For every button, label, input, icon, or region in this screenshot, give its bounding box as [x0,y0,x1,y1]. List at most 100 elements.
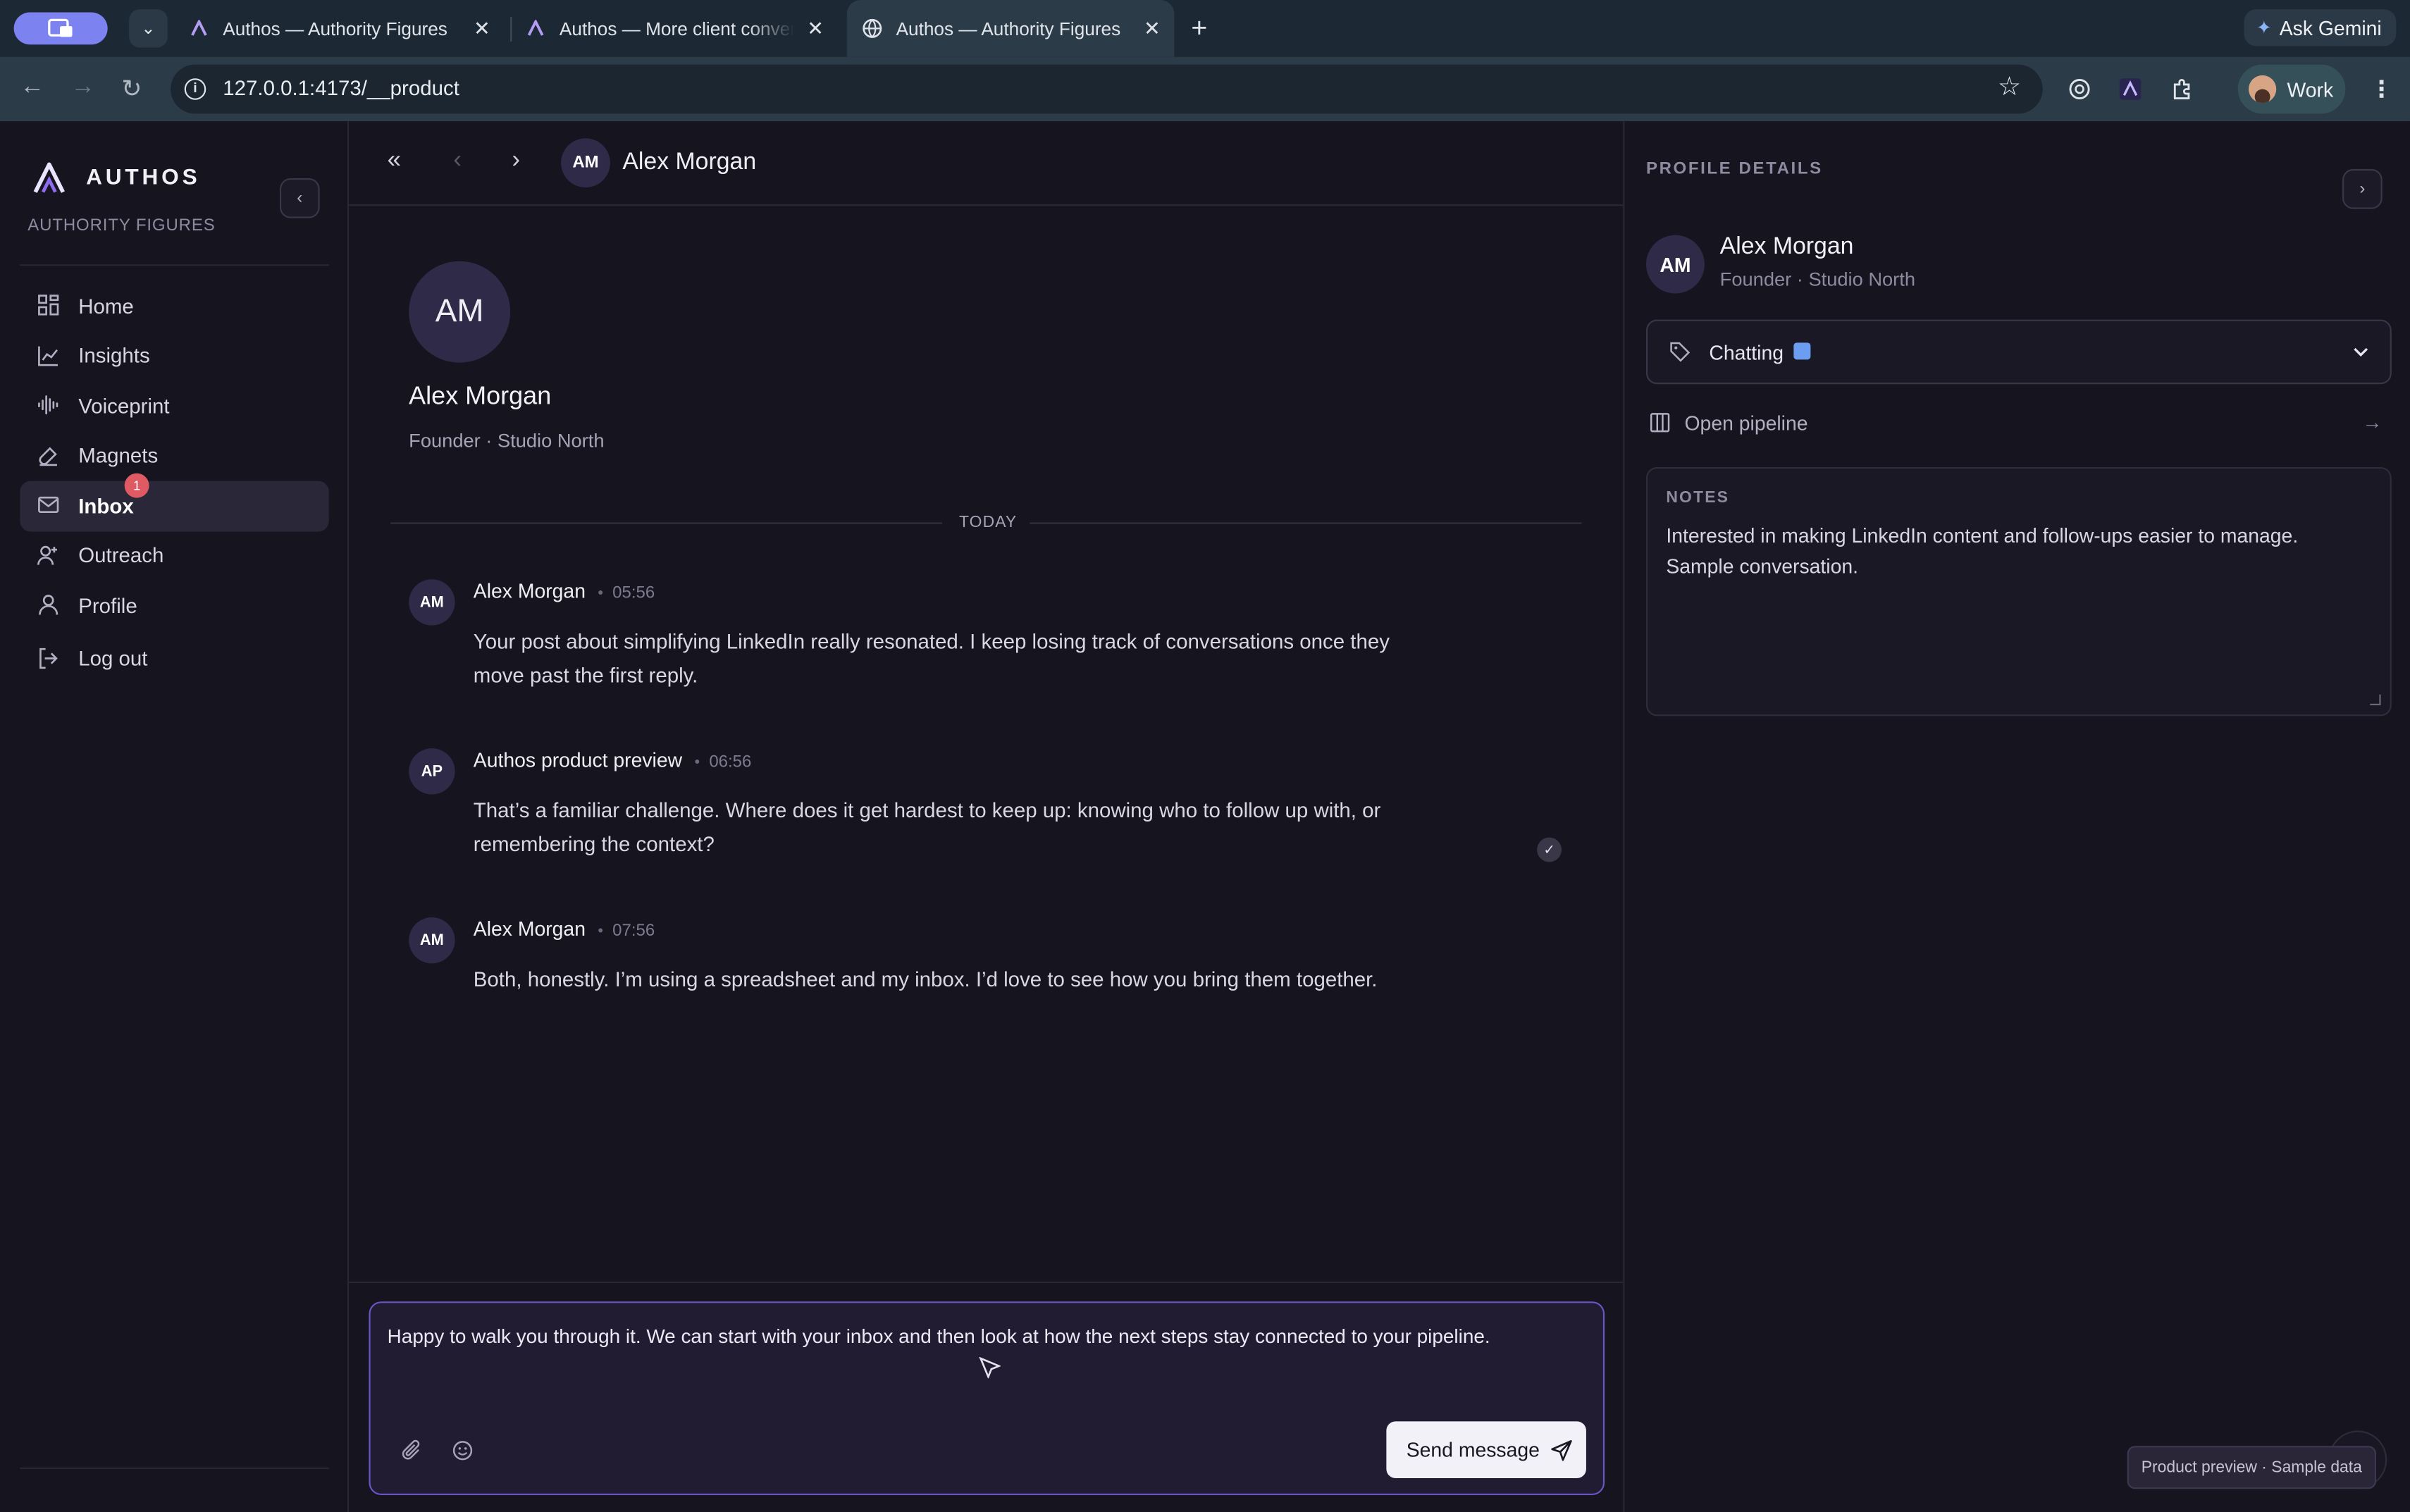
openai-extension-icon[interactable] [2065,75,2093,103]
extensions-puzzle-icon[interactable] [2169,75,2196,103]
contact-avatar: AM [409,261,511,363]
app: AUTHOS AUTHORITY FIGURES ‹ Home Insights… [0,121,2410,1512]
message: AP Authos product preview • 06:56 That’s… [409,748,1577,871]
ask-gemini-label: Ask Gemini [2279,16,2382,39]
sidebar-bottom-divider [20,1467,329,1469]
send-message-button[interactable]: Send message [1386,1421,1586,1479]
conversation-header: « ‹ › AM Alex Morgan [349,121,1624,206]
avatar: AP [409,748,455,795]
forward-arrow-icon[interactable]: → [70,74,95,101]
menu-kebab-icon[interactable]: ⋮ [2370,75,2393,103]
emoji-icon[interactable] [452,1439,474,1468]
sidebar-item-profile[interactable]: Profile [20,581,328,631]
attach-paperclip-icon[interactable] [401,1439,423,1468]
message-author: Alex Morgan [473,917,586,941]
sidebar-item-magnets[interactable]: Magnets [20,431,328,481]
sidebar-item-inbox[interactable]: Inbox 1 [20,473,329,531]
message: AM Alex Morgan • 05:56 Your post about s… [409,579,1577,702]
open-pipeline-link[interactable]: Open pipeline → [1646,409,2392,440]
columns-icon [1649,411,1671,440]
divider-line [1030,522,1582,524]
day-divider: TODAY [390,513,1582,535]
next-chevron-icon[interactable]: › [512,147,520,175]
close-tab-icon[interactable]: ✕ [807,16,824,41]
read-check-icon: ✓ [1537,837,1562,862]
close-tab-icon[interactable]: ✕ [1144,16,1161,41]
avatar: AM [409,579,455,626]
contact-role: Founder · Studio North [409,430,605,452]
sidebar-item-logout[interactable]: Log out [20,634,328,684]
tab-title: Authos — Authority Figures [223,18,447,39]
message-time: 06:56 [709,752,752,772]
avatar: AM [561,138,610,188]
resize-handle[interactable] [2370,694,2381,706]
authos-logo-icon [33,162,65,193]
sidebar-item-label: Magnets [78,444,159,468]
profile-avatar [2248,75,2277,104]
sidebar-divider [20,264,329,266]
ask-gemini-button[interactable]: ✦ Ask Gemini [2244,9,2397,47]
sidebar-item-label: Log out [78,647,148,671]
url-text[interactable]: 127.0.0.1:4173/__product [223,77,459,100]
message: AM Alex Morgan • 07:56 Both, honestly. I… [409,917,1577,1010]
tab-search-button[interactable]: ⌄ [129,9,168,48]
sidebar-item-home[interactable]: Home [20,281,328,331]
status-value: Chatting [1709,341,1784,364]
sidebar-item-outreach[interactable]: Outreach [20,531,328,581]
sidebar-item-label: Home [78,295,134,318]
status-color-swatch [1793,342,1811,360]
bookmark-star-icon[interactable]: ☆ [1998,73,2021,104]
message-header: Authos product preview • 06:56 [474,748,752,772]
site-info-icon[interactable]: i [184,78,206,100]
address-bar[interactable]: i 127.0.0.1:4173/__product ☆ [171,64,2043,114]
composer-input[interactable]: Happy to walk you through it. We can sta… [388,1323,1586,1351]
workspace-name: AUTHORITY FIGURES [27,216,216,235]
message-time: 05:56 [612,583,655,602]
previous-chevron-icon[interactable]: ‹ [453,147,462,175]
message-body: Your post about simplifying LinkedIn rea… [473,630,1390,687]
sidebar-item-voiceprint[interactable]: Voiceprint [20,381,328,431]
plus-icon: + [1191,12,1208,44]
message-composer[interactable]: Happy to walk you through it. We can sta… [369,1301,1605,1496]
browser-tab-bar: ⌄ Authos — Authority Figures ✕ Authos — … [0,0,2410,57]
gemini-sparkle-icon: ✦ [2256,16,2272,39]
tab-1[interactable]: Authos — Authority Figures ✕ [187,0,495,57]
notes-text[interactable]: Interested in making LinkedIn content an… [1666,521,2373,581]
preview-badge: Product preview · Sample data [2127,1446,2377,1489]
avatar: AM [409,917,455,964]
logo[interactable]: AUTHOS [31,161,201,195]
sidebar: AUTHOS AUTHORITY FIGURES ‹ Home Insights… [0,121,350,1512]
inbox-unread-badge: 1 [124,473,149,498]
profile-chip[interactable]: Work [2237,64,2346,114]
logout-icon [37,647,61,671]
tab-separator [510,16,512,42]
divider-line [390,522,943,524]
collapse-panel-button[interactable]: › [2342,168,2383,209]
globe-icon [860,18,882,39]
user-plus-icon [37,543,61,568]
avatar: AM [1645,235,1705,294]
profile-panel: PROFILE DETAILS › AM Alex Morgan Founder… [1623,121,2410,1512]
message-body: Both, honestly. I’m using a spreadsheet … [473,967,1378,991]
close-tab-icon[interactable]: ✕ [474,16,490,41]
collapse-sidebar-button[interactable]: ‹ [279,178,320,218]
authos-extension-icon[interactable] [2116,75,2144,103]
back-arrow-icon[interactable]: ← [20,74,44,101]
sidebar-item-label: Insights [78,345,150,368]
tab-2[interactable]: Authos — More client convers ✕ [524,0,829,57]
new-tab-button[interactable]: + [1191,14,1207,42]
magnet-icon [37,444,61,469]
back-to-list-icon[interactable]: « [388,147,401,175]
tab-3-active[interactable]: Authos — Authority Figures ✕ [846,0,1175,57]
notes-label: NOTES [1666,488,1730,507]
notes-box[interactable]: NOTES Interested in making LinkedIn cont… [1645,466,2392,717]
tab-groups-button[interactable] [13,12,108,45]
tab-title: Authos — Authority Figures [896,18,1121,39]
reload-icon[interactable]: ↻ [121,74,142,105]
message-author: Alex Morgan [473,579,586,602]
sidebar-item-insights[interactable]: Insights [20,331,328,381]
chevron-left-icon: ‹ [297,189,303,208]
mail-icon [37,494,61,519]
browser-toolbar: ← → ↻ i 127.0.0.1:4173/__product ☆ Work … [0,56,2410,122]
status-select[interactable]: Chatting [1645,319,2392,385]
